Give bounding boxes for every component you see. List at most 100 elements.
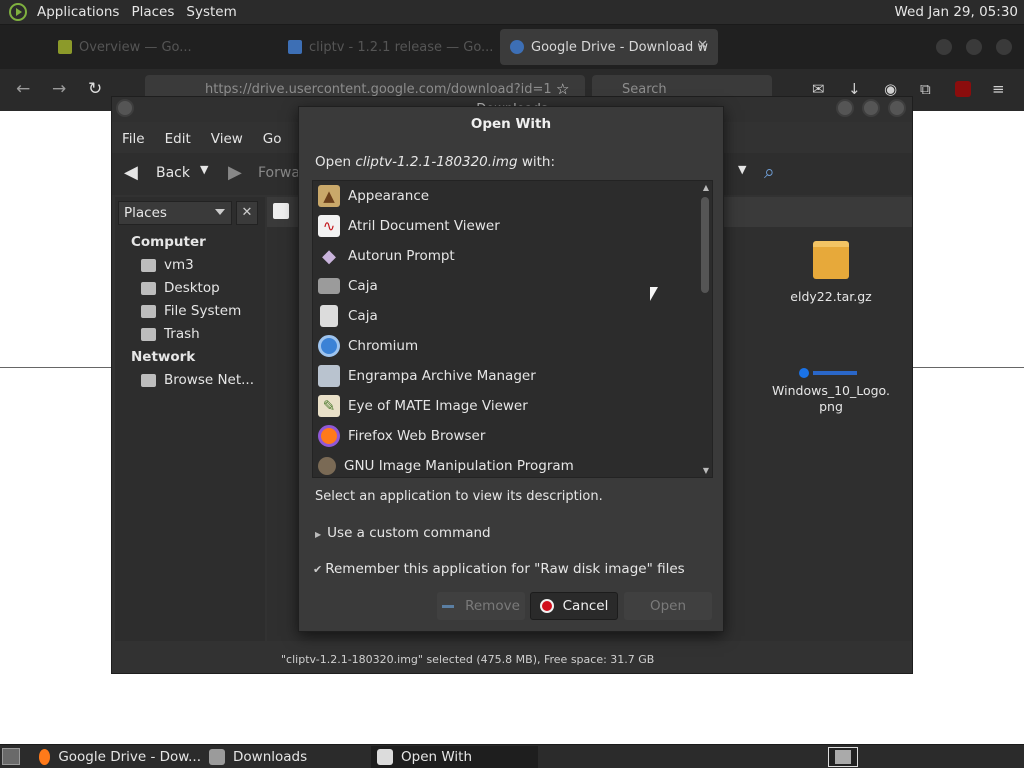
custom-command-expander[interactable]: ▶ Use a custom command <box>315 525 491 541</box>
menu-file[interactable]: File <box>112 127 155 151</box>
open-prefix: Open <box>315 154 356 170</box>
back-history-dropdown-icon[interactable]: ▼ <box>200 163 208 176</box>
forward-arrow-icon[interactable]: → <box>52 79 66 99</box>
reload-icon[interactable]: ↻ <box>88 79 102 99</box>
taskbar: Google Drive - Dow... Downloads Open Wit… <box>0 744 1024 768</box>
window-menu-button[interactable] <box>116 99 134 117</box>
clock[interactable]: Wed Jan 29, 05:30 <box>895 4 1019 20</box>
selected-filename: cliptv-1.2.1-180320.img <box>355 154 518 170</box>
forward-arrow-icon[interactable]: ▶ <box>228 162 242 183</box>
remove-label: Remove <box>465 598 520 614</box>
window-minimize-button[interactable] <box>936 39 952 55</box>
dialog-title[interactable]: Open With <box>299 116 723 132</box>
scroll-up-icon[interactable]: ▲ <box>703 183 709 192</box>
image-file-icon[interactable] <box>799 365 863 379</box>
edit-location-icon[interactable] <box>273 203 289 219</box>
menu-view[interactable]: View <box>201 127 253 151</box>
top-panel: Applications Places System Wed Jan 29, 0… <box>0 0 1024 25</box>
sidebar-item-vm3[interactable]: vm3 <box>141 257 194 273</box>
menu-system[interactable]: System <box>180 4 242 20</box>
places-dropdown[interactable]: Places <box>118 201 232 225</box>
app-item-engrampa[interactable]: Engrampa Archive Manager <box>313 361 701 391</box>
atril-icon: ∿ <box>318 215 340 237</box>
remove-icon <box>442 604 455 608</box>
app-item-caja[interactable]: Caja <box>313 301 701 331</box>
show-desktop-icon[interactable] <box>2 748 20 765</box>
sidebar-item-file-system[interactable]: File System <box>141 303 241 319</box>
browser-tab[interactable]: cliptv - 1.2.1 release — Go... <box>278 29 498 65</box>
windows-logo-icon <box>799 368 809 378</box>
window-minimize-button[interactable] <box>836 99 854 117</box>
taskbar-item-open-with[interactable]: Open With <box>371 746 538 768</box>
search-icon[interactable]: ⌕ <box>764 161 775 183</box>
remember-checkbox[interactable]: ✔ Remember this application for "Raw disk… <box>313 561 685 577</box>
mate-logo-icon[interactable] <box>9 3 27 21</box>
sidebar-item-browse-network[interactable]: Browse Net... <box>141 372 254 388</box>
archive-file-icon[interactable] <box>813 241 849 279</box>
checkmark-icon: ✔ <box>313 563 323 576</box>
back-arrow-icon[interactable]: ◀ <box>124 162 138 183</box>
open-button[interactable]: Open <box>624 592 712 620</box>
app-item-caja-folder[interactable]: Caja <box>313 271 701 301</box>
cancel-label: Cancel <box>562 598 609 614</box>
workspace-switcher[interactable] <box>828 747 858 767</box>
app-item-atril[interactable]: ∿ Atril Document Viewer <box>313 211 701 241</box>
back-arrow-icon[interactable]: ← <box>16 79 30 99</box>
tab-close-icon[interactable]: ✕ <box>697 38 708 53</box>
window-close-button[interactable] <box>996 39 1012 55</box>
archive-icon <box>318 365 340 387</box>
sidebar-heading-network: Network <box>131 349 196 365</box>
scrollbar-thumb[interactable] <box>701 197 709 293</box>
sidebar-close-button[interactable]: ✕ <box>236 201 258 225</box>
cancel-button[interactable]: Cancel <box>530 592 618 620</box>
sidebar-item-trash[interactable]: Trash <box>141 326 200 342</box>
sidebar-item-label: vm3 <box>164 257 194 273</box>
google-drive-icon <box>510 40 524 54</box>
back-button[interactable]: Back <box>156 165 190 181</box>
taskbar-item-downloads[interactable]: Downloads <box>203 746 369 768</box>
forward-button[interactable]: Forward <box>258 165 298 181</box>
tab-favicon-icon <box>58 40 72 54</box>
hamburger-menu-icon[interactable]: ≡ <box>992 80 1005 98</box>
open-label: Open <box>649 598 687 614</box>
app-description: Select an application to view its descri… <box>315 489 603 504</box>
file-manager-icon <box>320 305 338 327</box>
app-item-firefox[interactable]: Firefox Web Browser <box>313 421 701 451</box>
app-item-chromium[interactable]: Chromium <box>313 331 701 361</box>
image-viewer-icon: ✎ <box>318 395 340 417</box>
taskbar-item-firefox[interactable]: Google Drive - Dow... <box>33 746 201 768</box>
window-maximize-button[interactable] <box>862 99 880 117</box>
app-item-autorun[interactable]: ◆ Autorun Prompt <box>313 241 701 271</box>
menu-applications[interactable]: Applications <box>31 4 125 20</box>
window-maximize-button[interactable] <box>966 39 982 55</box>
browser-tab-active[interactable]: Google Drive - Download w ✕ <box>500 29 718 65</box>
taskbar-item-label: Google Drive - Dow... <box>58 749 201 765</box>
workspace-window-icon <box>835 750 851 764</box>
app-item-eye-of-mate[interactable]: ✎ Eye of MATE Image Viewer <box>313 391 701 421</box>
windows-logo-text-icon <box>813 371 857 375</box>
app-item-label: Firefox Web Browser <box>348 428 486 444</box>
open-suffix: with: <box>517 154 556 170</box>
browser-tab[interactable]: Overview — Go... <box>48 29 268 65</box>
app-item-gimp[interactable]: GNU Image Manipulation Program <box>313 451 701 477</box>
search-placeholder: Search <box>622 82 667 97</box>
file-name-windows-logo[interactable]: Windows_10_Logo. png <box>767 383 895 415</box>
menu-go[interactable]: Go <box>253 127 292 151</box>
remove-button[interactable]: Remove <box>437 592 525 620</box>
sidebar: Places ✕ Computer vm3 Desktop File Syste… <box>115 197 265 641</box>
app-item-appearance[interactable]: ▲ Appearance <box>313 181 701 211</box>
scroll-down-icon[interactable]: ▼ <box>703 466 709 475</box>
app-item-label: Appearance <box>348 188 430 204</box>
file-name-eldy22[interactable]: eldy22.tar.gz <box>771 289 891 304</box>
view-dropdown-icon[interactable]: ▼ <box>738 163 746 176</box>
sidebar-item-desktop[interactable]: Desktop <box>141 280 220 296</box>
extensions-icon[interactable]: ⧉ <box>920 80 931 98</box>
window-close-button[interactable] <box>888 99 906 117</box>
application-list[interactable]: ▲ Appearance ∿ Atril Document Viewer ◆ A… <box>312 180 713 478</box>
tab-title: Google Drive - Download w <box>531 39 708 55</box>
ublock-icon[interactable] <box>955 81 971 97</box>
app-item-label: Autorun Prompt <box>348 248 455 264</box>
places-dropdown-label: Places <box>124 205 167 221</box>
menu-edit[interactable]: Edit <box>155 127 201 151</box>
menu-places[interactable]: Places <box>125 4 180 20</box>
